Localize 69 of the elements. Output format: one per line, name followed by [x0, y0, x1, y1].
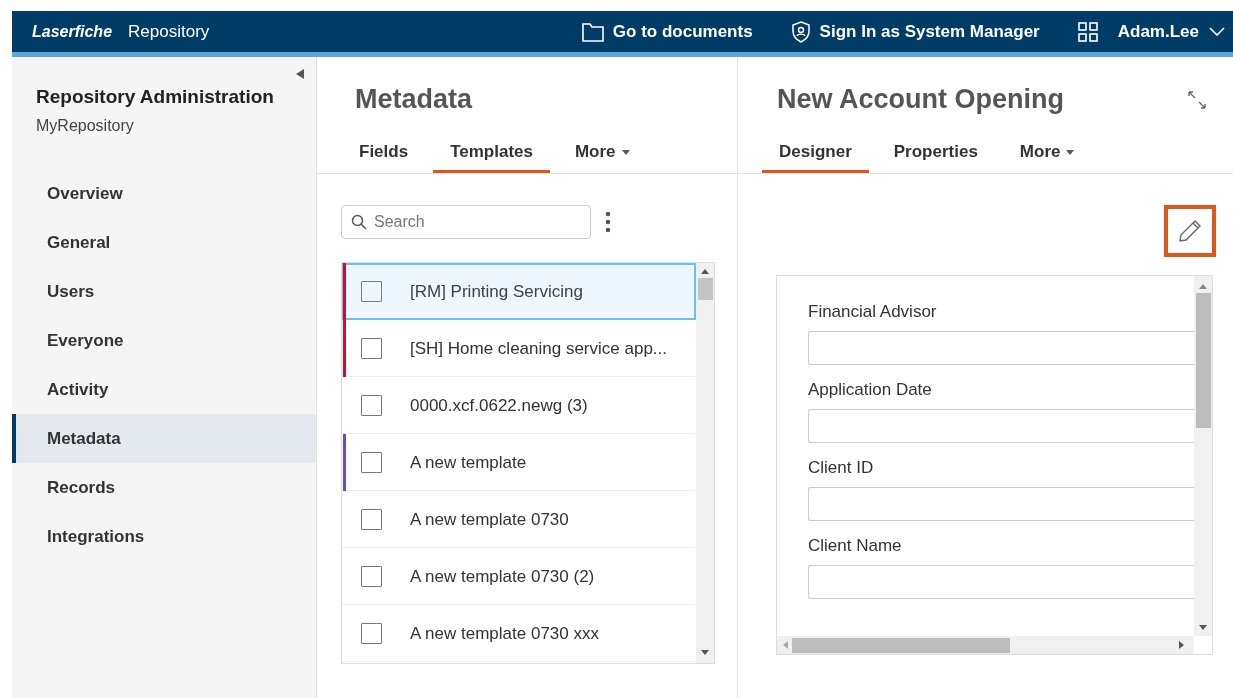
sidebar-item[interactable]: Overview	[12, 169, 316, 218]
sidebar-item[interactable]: Everyone	[12, 316, 316, 365]
logo: Laserfiche	[32, 22, 113, 41]
checkbox[interactable]	[361, 281, 382, 302]
input-field[interactable]	[808, 565, 1194, 599]
sign-in-link[interactable]: Sign In as System Manager	[790, 20, 1040, 43]
sidebar-item[interactable]: Integrations	[12, 512, 316, 561]
scrollbar-thumb[interactable]	[792, 637, 1010, 653]
apps-grid-icon[interactable]	[1077, 21, 1098, 42]
scroll-down-arrow-icon[interactable]	[1199, 625, 1207, 630]
field-label: Client ID	[808, 458, 875, 478]
sidebar-item[interactable]: Records	[12, 463, 316, 512]
collapse-icon[interactable]	[296, 69, 304, 79]
field-label: Application Date	[808, 380, 933, 400]
input-field[interactable]	[808, 409, 1194, 443]
scroll-up-arrow-icon[interactable]	[701, 269, 709, 274]
sidebar-item[interactable]: Users	[12, 267, 316, 316]
edit-button[interactable]	[1164, 205, 1216, 257]
scrollbar-thumb[interactable]	[1195, 293, 1211, 428]
panel-title: Metadata	[355, 84, 474, 115]
sidebar-item[interactable]: Activity	[12, 365, 316, 414]
template-name: A new template 0730	[410, 509, 569, 530]
template-name: A new template 0730 (2)	[410, 566, 595, 587]
tab[interactable]: More	[1002, 142, 1092, 173]
template-name: A new template 0730 xxx	[410, 623, 599, 644]
checkbox[interactable]	[361, 338, 382, 359]
pencil-icon	[1178, 219, 1202, 243]
tab[interactable]: Templates	[433, 142, 550, 173]
repository-name: MyRepository	[36, 117, 135, 135]
tab[interactable]: Designer	[762, 142, 869, 173]
template-name: A new template	[410, 452, 527, 473]
horizontal-scrollbar[interactable]	[777, 636, 1194, 654]
shield-user-icon	[790, 20, 811, 43]
documents-link[interactable]: Go to documents	[581, 21, 753, 42]
template-row[interactable]: [RM] Printing Servicing	[342, 263, 696, 320]
template-row[interactable]: [SH] Home cleaning service app...	[342, 320, 696, 377]
scroll-down-arrow-icon[interactable]	[701, 650, 709, 655]
scroll-up-arrow-icon[interactable]	[1199, 284, 1207, 289]
user-menu[interactable]: Adam.Lee	[1117, 21, 1225, 42]
tab[interactable]: Fields	[342, 142, 426, 173]
scrollbar-thumb[interactable]	[697, 278, 713, 300]
checkbox[interactable]	[361, 623, 382, 644]
scrollbar[interactable]	[696, 263, 714, 663]
search-field[interactable]: Search	[341, 205, 591, 239]
sidebar-item[interactable]: Metadata	[12, 414, 316, 463]
checkbox[interactable]	[361, 395, 382, 416]
tab[interactable]: More	[557, 142, 647, 173]
field-label: Financial Advisor	[808, 302, 938, 322]
template-name: [SH] Home cleaning service app...	[410, 338, 667, 359]
vertical-scrollbar[interactable]	[1194, 276, 1212, 636]
product-name: Repository	[128, 21, 210, 42]
template-name: 0000.xcf.0622.newg (3)	[410, 395, 588, 416]
sidebar-title: Repository Administration	[36, 86, 275, 108]
input-field[interactable]	[808, 331, 1194, 365]
tab[interactable]: Properties	[876, 142, 995, 173]
sidebar-item[interactable]: General	[12, 218, 316, 267]
checkbox[interactable]	[361, 452, 382, 473]
expand-icon[interactable]	[1187, 89, 1207, 110]
chevron-down-icon	[1209, 27, 1225, 36]
more-options-icon[interactable]	[605, 211, 611, 233]
detail-title: New Account Opening	[777, 84, 1064, 115]
folder-icon	[581, 21, 604, 42]
input-field[interactable]	[808, 487, 1194, 521]
checkbox[interactable]	[361, 566, 382, 587]
template-name: [RM] Printing Servicing	[410, 281, 583, 302]
field-label: Client Name	[808, 536, 903, 556]
template-row[interactable]: A new template	[342, 434, 696, 491]
scroll-right-arrow-icon[interactable]	[1179, 641, 1184, 649]
checkbox[interactable]	[361, 509, 382, 530]
